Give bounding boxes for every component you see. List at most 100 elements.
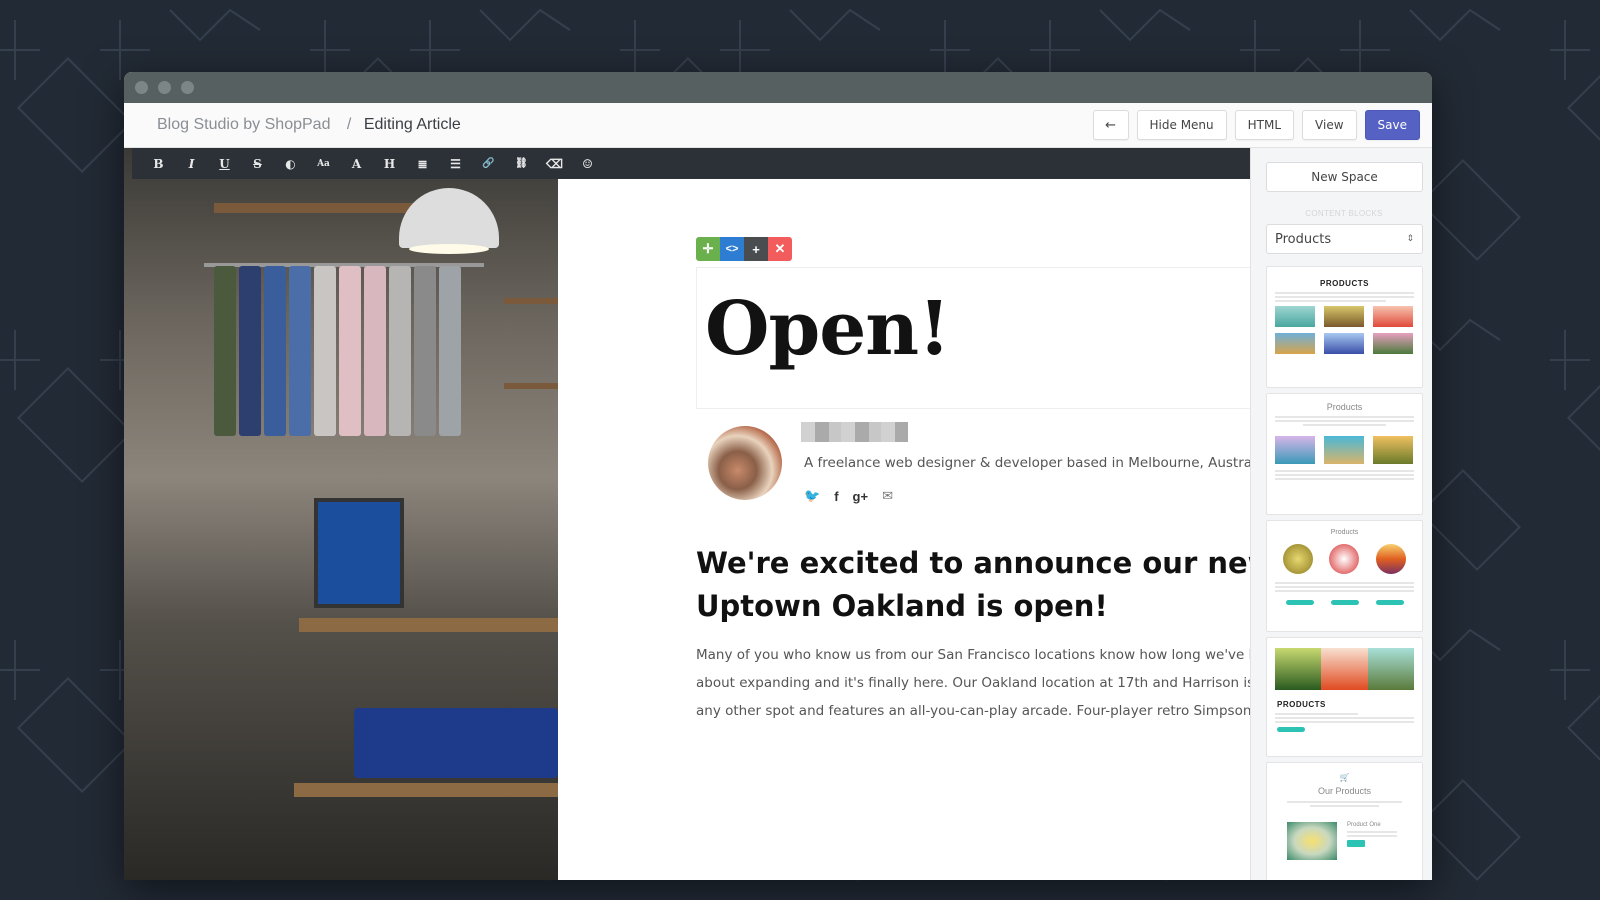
font-size-icon[interactable]: Aa bbox=[307, 159, 340, 169]
article-body[interactable]: Many of you who know us from our San Fra… bbox=[696, 641, 1256, 725]
thumbnail-image bbox=[1373, 333, 1413, 354]
photo-table bbox=[299, 618, 558, 632]
photo-shelf bbox=[504, 298, 558, 304]
photo-garment bbox=[289, 266, 311, 436]
email-icon[interactable]: ✉ bbox=[882, 488, 893, 504]
view-button[interactable]: View bbox=[1302, 110, 1357, 140]
content-blocks-sidebar: New Space CONTENT BLOCKS Products ⇕ PROD… bbox=[1250, 148, 1432, 880]
block-thumbnails bbox=[1267, 436, 1422, 464]
workspace: B I U S ◐ Aa A H ≣ ☰ 🔗 ⛓ ⌫ ☺ ✛ <> + ✕ Op… bbox=[124, 148, 1432, 880]
photo-garment bbox=[339, 266, 361, 436]
color-contrast-icon[interactable]: ◐ bbox=[274, 157, 307, 171]
content-blocks-label: CONTENT BLOCKS bbox=[1305, 209, 1383, 218]
block-card-title: Products bbox=[1326, 402, 1363, 412]
heading-icon[interactable]: H bbox=[373, 157, 406, 171]
save-button[interactable]: Save bbox=[1364, 110, 1420, 140]
new-space-button[interactable]: New Space bbox=[1266, 162, 1423, 192]
delete-icon[interactable]: ✕ bbox=[768, 237, 792, 261]
placeholder-text bbox=[1275, 292, 1414, 302]
block-template-card[interactable]: PRODUCTS bbox=[1266, 637, 1423, 757]
twitter-icon[interactable]: 🐦 bbox=[804, 488, 820, 504]
thumbnail-button bbox=[1330, 600, 1359, 605]
underline-icon[interactable]: U bbox=[208, 157, 241, 171]
product-row: Product One bbox=[1267, 812, 1422, 860]
facebook-icon[interactable]: f bbox=[834, 489, 838, 504]
placeholder-text bbox=[1275, 713, 1414, 723]
social-links: 🐦 f g+ ✉ bbox=[804, 488, 893, 504]
article-headline[interactable]: We're excited to announce our new Uptown… bbox=[696, 542, 1256, 628]
thumbnail-image bbox=[1375, 544, 1406, 574]
thumbnail-image bbox=[1275, 333, 1315, 354]
thumbnail-image bbox=[1324, 436, 1364, 464]
block-controls: ✛ <> + ✕ bbox=[696, 237, 792, 261]
thumbnail-image bbox=[1329, 544, 1360, 574]
thumbnail-image bbox=[1321, 648, 1368, 690]
hero-image-store-interior[interactable] bbox=[124, 148, 558, 880]
photo-garment bbox=[364, 266, 386, 436]
thumbnail-image bbox=[1324, 306, 1364, 327]
block-template-card[interactable]: PRODUCTS bbox=[1266, 266, 1423, 388]
select-arrows-icon: ⇕ bbox=[1406, 234, 1414, 244]
placeholder-text bbox=[1275, 416, 1414, 426]
editor-canvas[interactable]: B I U S ◐ Aa A H ≣ ☰ 🔗 ⛓ ⌫ ☺ ✛ <> + ✕ Op… bbox=[124, 148, 1272, 880]
title-block[interactable]: Open! bbox=[696, 267, 1256, 409]
code-icon[interactable]: <> bbox=[720, 237, 744, 261]
align-icon[interactable]: ≣ bbox=[406, 157, 439, 171]
block-thumbnails bbox=[1267, 306, 1422, 354]
strikethrough-icon[interactable]: S bbox=[241, 157, 274, 171]
google-plus-icon[interactable]: g+ bbox=[853, 489, 869, 504]
font-color-icon[interactable]: A bbox=[340, 157, 373, 171]
thumbnail-image bbox=[1275, 648, 1322, 690]
move-icon[interactable]: ✛ bbox=[696, 237, 720, 261]
photo-table bbox=[294, 783, 558, 797]
window-maximize-dot[interactable] bbox=[181, 81, 194, 94]
breadcrumb-current: Editing Article bbox=[363, 116, 461, 133]
window-close-dot[interactable] bbox=[135, 81, 148, 94]
back-button[interactable]: ← bbox=[1092, 110, 1129, 140]
article-title[interactable]: Open! bbox=[705, 286, 951, 372]
block-category-select[interactable]: Products ⇕ bbox=[1266, 224, 1423, 254]
photo-garment bbox=[439, 266, 461, 436]
html-button[interactable]: HTML bbox=[1234, 110, 1295, 140]
unlink-icon[interactable]: ⛓ bbox=[505, 158, 538, 169]
author-name-redacted bbox=[801, 422, 908, 442]
placeholder-text bbox=[1287, 801, 1402, 807]
thumbnail-image bbox=[1275, 306, 1315, 327]
format-toolbar: B I U S ◐ Aa A H ≣ ☰ 🔗 ⛓ ⌫ ☺ bbox=[132, 148, 1250, 179]
block-template-card[interactable]: 🛒 Our Products Product One bbox=[1266, 762, 1423, 880]
list-icon[interactable]: ☰ bbox=[439, 157, 472, 171]
block-card-title: PRODUCTS bbox=[1277, 700, 1326, 709]
hide-menu-button[interactable]: Hide Menu bbox=[1136, 110, 1227, 140]
photo-garment bbox=[264, 266, 286, 436]
block-template-card[interactable]: Products bbox=[1266, 520, 1423, 632]
author-avatar bbox=[708, 426, 782, 500]
emoji-icon[interactable]: ☺ bbox=[571, 157, 604, 171]
bold-icon[interactable]: B bbox=[142, 157, 175, 171]
add-icon[interactable]: + bbox=[744, 237, 768, 261]
block-buttons bbox=[1267, 596, 1422, 609]
photo-garment bbox=[214, 266, 236, 436]
headline-line: Uptown Oakland is open! bbox=[696, 589, 1108, 623]
italic-icon[interactable]: I bbox=[175, 157, 208, 171]
thumbnail-button bbox=[1285, 600, 1314, 605]
block-template-card[interactable]: Products bbox=[1266, 393, 1423, 515]
cart-icon: 🛒 bbox=[1339, 773, 1350, 782]
arrow-left-icon: ← bbox=[1105, 117, 1116, 133]
photo-garment bbox=[239, 266, 261, 436]
breadcrumb-separator: / bbox=[346, 116, 352, 133]
eraser-icon[interactable]: ⌫ bbox=[538, 157, 571, 171]
thumbnail-image bbox=[1287, 822, 1337, 860]
photo-garment bbox=[389, 266, 411, 436]
photo-lamp-glow bbox=[409, 244, 489, 254]
product-name: Product One bbox=[1347, 822, 1381, 828]
photo-jeans-stack bbox=[354, 708, 558, 778]
block-card-title: Our Products bbox=[1317, 786, 1372, 796]
author-bio[interactable]: A freelance web designer & developer bas… bbox=[804, 455, 1272, 471]
window-minimize-dot[interactable] bbox=[158, 81, 171, 94]
breadcrumb-app[interactable]: Blog Studio by ShopPad bbox=[157, 116, 330, 133]
thumbnail-image bbox=[1283, 544, 1314, 574]
link-icon[interactable]: 🔗 bbox=[472, 158, 505, 169]
thumbnail-button bbox=[1347, 840, 1365, 847]
window-titlebar bbox=[124, 72, 1432, 103]
app-header: Blog Studio by ShopPad / Editing Article… bbox=[124, 103, 1432, 148]
